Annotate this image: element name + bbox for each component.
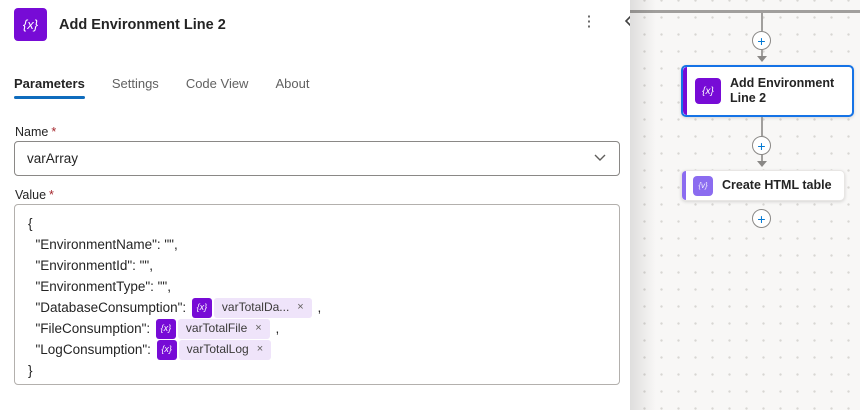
name-dropdown-value: varArray: [27, 151, 79, 166]
required-asterisk: *: [49, 188, 54, 202]
token-pill-varTotalFile[interactable]: {x} varTotalFile ×: [155, 318, 270, 339]
insert-action-button[interactable]: +: [752, 31, 771, 50]
flow-designer: {x} Add Environment Line 2 ⋮ Parameters …: [0, 0, 860, 410]
data-operation-action-icon: {v}: [693, 175, 713, 196]
add-action-button[interactable]: +: [752, 209, 771, 228]
connector-line: [761, 12, 763, 31]
remove-token-icon[interactable]: ×: [297, 297, 303, 318]
value-field-label: Value *: [15, 188, 54, 202]
node-accent-bar: [682, 171, 686, 200]
flow-node-create-html-table[interactable]: {v} Create HTML table: [681, 170, 845, 201]
tab-settings[interactable]: Settings: [112, 76, 159, 99]
panel-drop-shadow: [630, 0, 656, 410]
token-label: varTotalDa...: [221, 300, 290, 314]
required-asterisk: *: [51, 125, 57, 139]
insert-action-button[interactable]: +: [752, 136, 771, 155]
scope-bottom-edge: [630, 10, 860, 13]
variable-token-icon: {x}: [191, 297, 212, 318]
variable-token-icon: {x}: [155, 318, 176, 339]
connector-arrow-icon: [757, 56, 767, 62]
value-line: "EnvironmentName": "",: [28, 237, 178, 252]
value-line: "EnvironmentType": "",: [28, 279, 171, 294]
tab-about[interactable]: About: [275, 76, 309, 99]
token-pill-varTotalDa[interactable]: {x} varTotalDa... ×: [191, 297, 312, 318]
more-options-icon[interactable]: ⋮: [578, 10, 600, 32]
variables-action-icon: {x}: [14, 8, 47, 41]
node-accent-bar: [683, 67, 687, 115]
remove-token-icon[interactable]: ×: [255, 318, 261, 339]
remove-token-icon[interactable]: ×: [257, 339, 263, 360]
panel-tabs: Parameters Settings Code View About: [14, 76, 309, 99]
token-pill-varTotalLog[interactable]: {x} varTotalLog ×: [156, 339, 272, 360]
value-line: }: [28, 363, 33, 378]
tab-code-view[interactable]: Code View: [186, 76, 249, 99]
node-label: Create HTML table: [722, 178, 832, 192]
token-label: varTotalLog: [186, 342, 249, 356]
action-details-panel: {x} Add Environment Line 2 ⋮ Parameters …: [0, 0, 632, 410]
panel-header: {x} Add Environment Line 2: [14, 8, 226, 41]
name-dropdown[interactable]: varArray: [14, 141, 620, 176]
connector-line: [761, 117, 763, 136]
value-line: "DatabaseConsumption": {x} varTotalDa...…: [28, 297, 607, 318]
value-label-text: Value: [15, 188, 47, 202]
value-line: {: [28, 216, 33, 231]
value-input[interactable]: { "EnvironmentName": "", "EnvironmentId"…: [14, 204, 620, 385]
name-label-text: Name: [15, 125, 49, 139]
name-field-label: Name *: [15, 125, 56, 139]
value-line: "LogConsumption": {x} varTotalLog ×: [28, 339, 607, 360]
value-line: "EnvironmentId": "",: [28, 258, 153, 273]
variable-token-icon: {x}: [156, 339, 177, 360]
chevron-down-icon: [593, 150, 607, 167]
tab-parameters[interactable]: Parameters: [14, 76, 85, 99]
node-label: Add Environment Line 2: [730, 76, 835, 105]
flow-node-add-environment-line-2[interactable]: {x} Add Environment Line 2: [681, 65, 854, 117]
variables-action-icon: {x}: [695, 78, 721, 104]
token-label: varTotalFile: [185, 321, 248, 335]
connector-arrow-icon: [757, 161, 767, 167]
flow-canvas[interactable]: + {x} Add Environment Line 2 + {v} Creat…: [630, 0, 860, 410]
panel-title: Add Environment Line 2: [59, 16, 226, 33]
value-line: "FileConsumption": {x} varTotalFile × ,: [28, 318, 607, 339]
